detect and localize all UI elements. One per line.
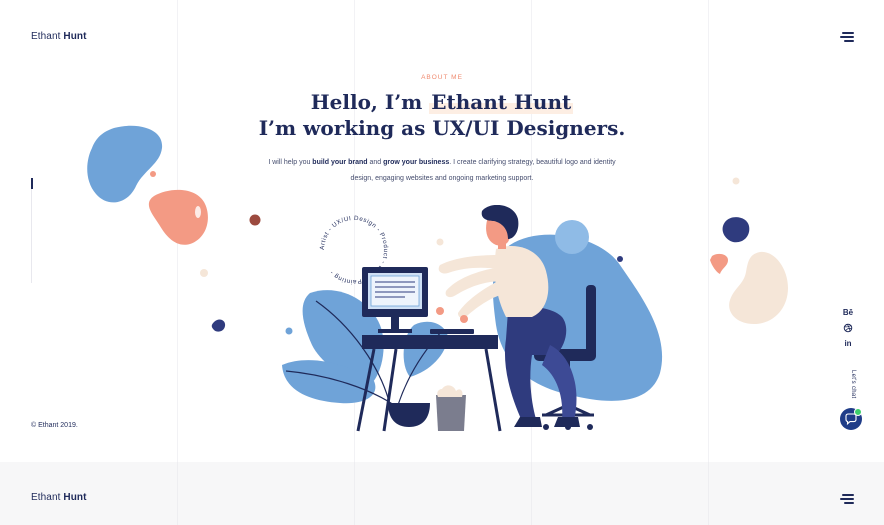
lets-chat-label: Let's chat: [850, 370, 856, 399]
intro-text-1: I will help you: [268, 159, 313, 166]
footer-logo[interactable]: Ethant Hunt: [31, 492, 87, 503]
dot-peach-right: [732, 177, 740, 185]
dribbble-icon[interactable]: [842, 323, 854, 333]
logo-last-name: Hunt: [63, 31, 87, 42]
headline-line-1: Hello, I’m Ethant Hunt: [0, 89, 884, 115]
salmon-blob-left: [148, 189, 208, 245]
online-status-dot: [854, 408, 862, 416]
intro-text-2: and: [367, 159, 384, 166]
hamburger-menu-icon[interactable]: [840, 32, 854, 42]
footer-bar: Ethant Hunt: [0, 462, 884, 525]
behance-icon[interactable]: Bē: [842, 308, 854, 317]
copyright-text: © Ethant 2019.: [31, 422, 78, 429]
headline-greeting: Hello, I’m: [310, 90, 430, 114]
footer-logo-last-name: Hunt: [63, 492, 87, 503]
section-eyebrow: ABOUT ME: [421, 74, 463, 81]
hero-intro: I will help you build your brand and gro…: [262, 155, 622, 187]
headline-name: Ethant Hunt: [429, 90, 574, 114]
scroll-indicator-track: [31, 178, 32, 283]
dot-peach-small: [200, 269, 208, 277]
footer-hamburger-menu-icon[interactable]: [840, 494, 854, 504]
navy-blob-right: [722, 217, 750, 243]
designer-illustration: [282, 205, 663, 432]
intro-bold-2: grow your business: [383, 159, 450, 166]
scroll-indicator-thumb[interactable]: [31, 178, 33, 189]
footer-logo-first-name: Ethant: [31, 492, 61, 503]
intro-bold-1: build your brand: [312, 159, 368, 166]
dot-salmon-small: [150, 171, 156, 177]
navy-blob-small: [211, 319, 226, 332]
linkedin-icon[interactable]: in: [842, 339, 854, 348]
logo-first-name: Ethant: [31, 31, 61, 42]
site-logo[interactable]: Ethant Hunt: [31, 31, 87, 42]
dot-brown: [249, 214, 261, 226]
peach-blob-right: [729, 251, 788, 324]
chat-bubble-icon[interactable]: [840, 408, 862, 430]
